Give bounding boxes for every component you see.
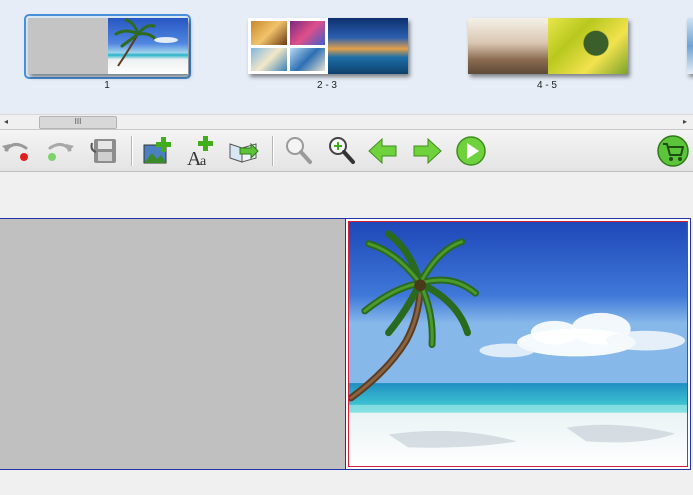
add-photo-button[interactable] (141, 134, 175, 168)
thumbnail-label: 1 (104, 80, 110, 91)
previous-page-button[interactable] (366, 134, 400, 168)
thumbnail-strip: 1 2 - 3 4 - 5 (0, 0, 693, 114)
zoom-out-button[interactable] (282, 134, 316, 168)
play-icon (456, 136, 486, 166)
toolbar-separator (272, 136, 274, 166)
redo-icon (48, 143, 74, 161)
add-photo-icon (143, 137, 171, 164)
spread-pages (248, 18, 408, 74)
add-page-button[interactable] (227, 134, 261, 168)
thumbnail-page-partial (687, 18, 693, 74)
scrollbar-thumb[interactable]: III (39, 116, 117, 129)
play-preview-button[interactable] (454, 134, 488, 168)
thumbnail-page-people (468, 18, 548, 74)
zoom-in-icon (329, 137, 355, 164)
thumbnail-page-collage (248, 18, 328, 74)
add-page-icon (229, 142, 259, 163)
shopping-cart-icon (657, 135, 689, 167)
spread-pages (28, 18, 188, 74)
thumbnail-page-blank (28, 18, 108, 74)
spread-pages (687, 18, 693, 74)
arrow-left-icon (368, 137, 397, 165)
thumbnail-page-flowers (548, 18, 628, 74)
zoom-in-button[interactable] (325, 134, 359, 168)
add-text-button[interactable]: A a (184, 134, 218, 168)
redo-button[interactable] (42, 134, 76, 168)
photo-frame[interactable] (348, 221, 688, 467)
current-spread (0, 218, 691, 470)
page-left-blank[interactable] (0, 219, 346, 469)
thumbnail-label: 4 - 5 (536, 80, 557, 91)
toolbar-separator (131, 136, 133, 166)
page-right[interactable] (346, 219, 690, 469)
cart-button[interactable] (656, 134, 690, 168)
thumbnail-page-venice (328, 18, 408, 74)
scroll-right-arrow[interactable]: ▸ (679, 116, 691, 128)
beach-photo (349, 222, 687, 466)
spread-pages (468, 18, 628, 74)
thumbnail-label: 2 - 3 (316, 80, 337, 91)
thumbnail-page-beach (108, 18, 188, 74)
palm-tree-thumb-icon (114, 18, 178, 67)
add-text-icon: A a (187, 136, 213, 168)
next-page-button[interactable] (410, 134, 444, 168)
scroll-left-arrow[interactable]: ◂ (0, 116, 12, 128)
undo-icon (2, 143, 28, 161)
save-button[interactable] (88, 134, 122, 168)
arrow-right-icon (413, 137, 442, 165)
save-icon (90, 139, 116, 163)
undo-button[interactable] (0, 134, 34, 168)
svg-text:a: a (200, 154, 207, 168)
editor-canvas (0, 172, 693, 495)
thumbnail-scrollbar[interactable]: ◂ III ▸ (0, 114, 693, 129)
toolbar: A a (0, 129, 693, 172)
zoom-out-icon (286, 137, 312, 164)
